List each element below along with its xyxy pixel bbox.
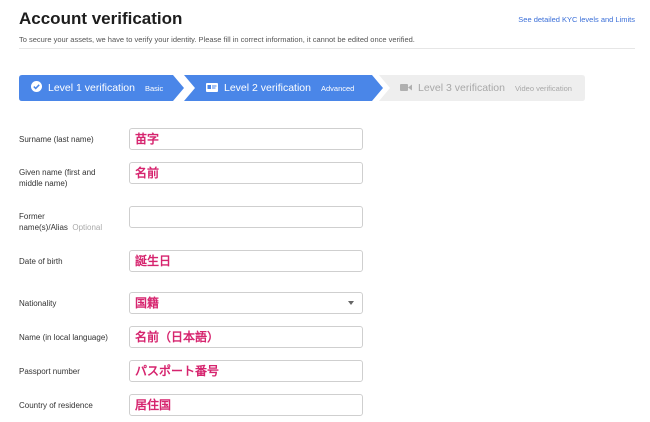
former-name-label-line-2: name(s)/Alias [19,223,68,232]
given-name-row: Given name (first and middle name) 名前 [19,161,369,191]
nationality-select[interactable]: 国籍 [129,292,363,314]
step-level-3-label: Level 3 verification [418,82,505,94]
given-name-input[interactable]: 名前 [129,162,363,184]
nationality-value: 国籍 [135,296,160,310]
passport-row: Passport number パスポート番号 [19,359,369,383]
former-name-row: Former name(s)/Alias Optional [19,205,369,235]
surname-label: Surname (last name) [19,135,94,144]
header-divider [19,48,635,49]
optional-tag: Optional [72,223,103,232]
page-subtitle: To secure your assets, we have to verify… [19,35,415,44]
nationality-label: Nationality [19,299,57,308]
step-level-3-sub: Video verification [514,83,572,93]
local-name-input[interactable]: 名前（日本語） [129,326,363,348]
kyc-levels-link[interactable]: See detailed KYC levels and Limits [518,15,635,24]
given-name-label: Given name (first and middle name) [19,167,124,189]
residence-row: Country of residence 居住国 [19,393,369,417]
dob-label: Date of birth [19,257,63,266]
step-level-1-sub: Basic [144,83,164,93]
given-name-label-line-2: middle name) [19,179,68,188]
residence-input[interactable]: 居住国 [129,394,363,416]
given-name-label-line-1: Given name (first and [19,168,96,177]
chevron-down-icon [348,301,354,305]
dob-row: Date of birth 誕生日 [19,250,369,274]
step-level-3[interactable]: Level 3 verification Video verification [379,75,585,101]
dob-input[interactable]: 誕生日 [129,250,363,272]
page-title: Account verification [19,9,183,28]
nationality-row: Nationality 国籍 [19,292,369,316]
step-level-1[interactable]: Level 1 verification Basic [19,75,184,101]
local-name-label: Name (in local language) [19,333,108,342]
verification-steps: Level 1 verification Basic Level 2 verif… [19,75,585,101]
step-level-2[interactable]: Level 2 verification Advanced [184,75,383,101]
step-level-2-label: Level 2 verification [224,82,311,94]
step-level-2-sub: Advanced [320,83,355,93]
step-level-1-label: Level 1 verification [48,82,135,94]
passport-label: Passport number [19,367,80,376]
id-card-icon [206,79,218,97]
former-name-input[interactable] [129,206,363,228]
video-camera-icon [400,79,412,97]
residence-label: Country of residence [19,401,93,410]
former-name-label: Former name(s)/Alias Optional [19,211,124,233]
surname-row: Surname (last name) 苗字 [19,127,369,151]
surname-input[interactable]: 苗字 [129,128,363,150]
passport-input[interactable]: パスポート番号 [129,360,363,382]
local-name-row: Name (in local language) 名前（日本語） [19,325,369,349]
former-name-label-line-1: Former [19,212,45,221]
check-circle-icon [31,79,42,97]
